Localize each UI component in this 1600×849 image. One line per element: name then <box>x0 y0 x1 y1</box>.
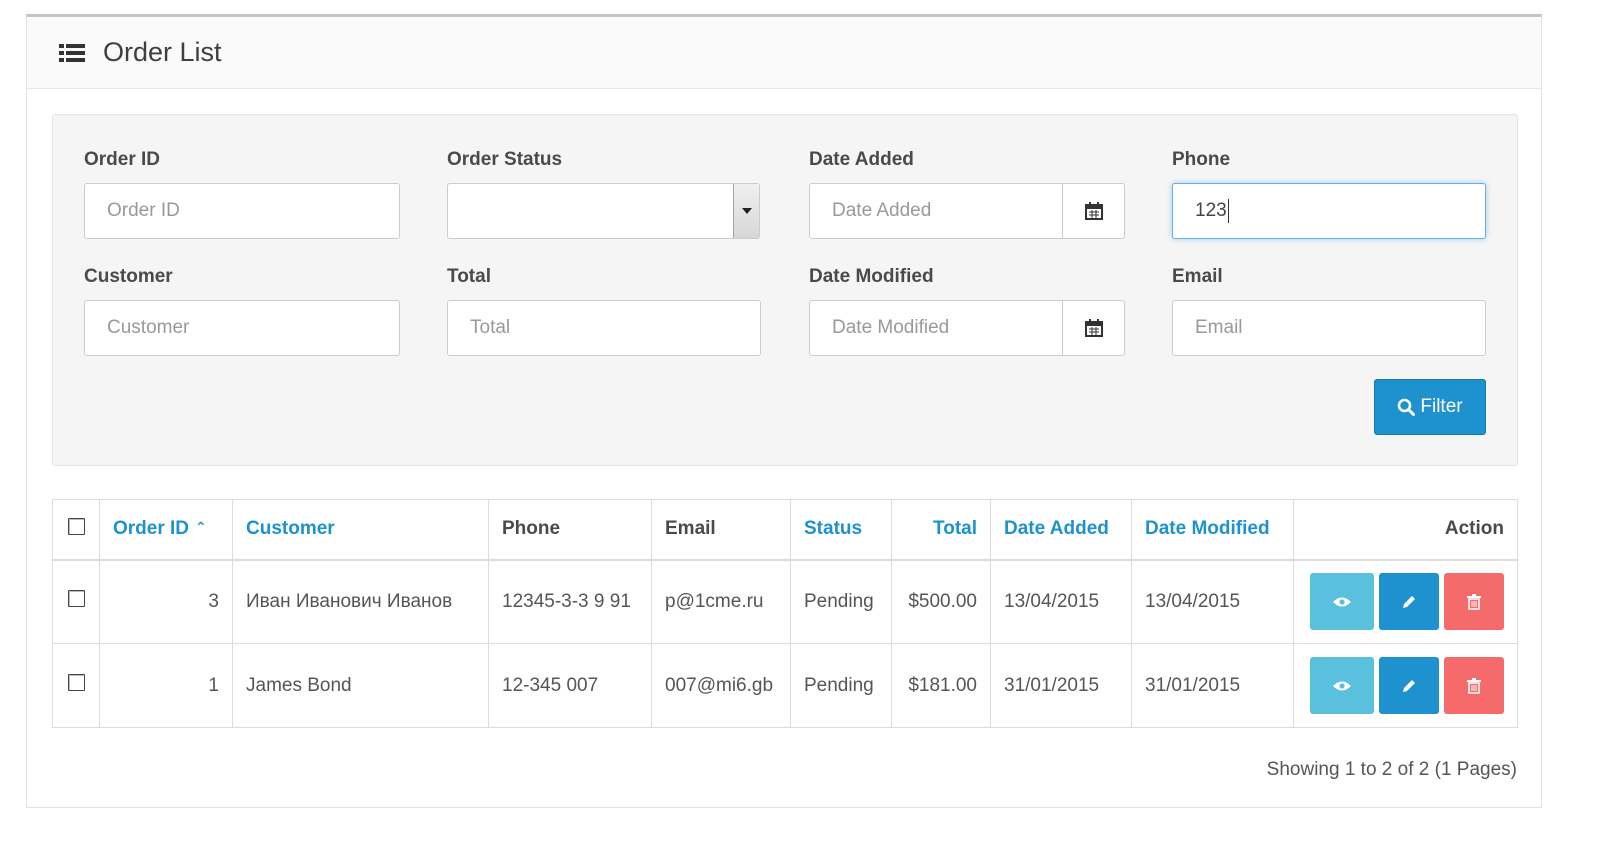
column-customer[interactable]: Customer <box>232 499 489 561</box>
phone-input[interactable]: 123 <box>1172 183 1486 239</box>
column-date-added[interactable]: Date Added <box>990 499 1132 561</box>
select-all-checkbox[interactable] <box>67 517 85 535</box>
cell-email: p@1cme.ru <box>651 559 791 644</box>
column-date-modified[interactable]: Date Modified <box>1131 499 1294 561</box>
email-input[interactable]: Email <box>1172 300 1486 356</box>
page-title: Order List <box>103 37 222 67</box>
row-checkbox[interactable] <box>67 590 85 608</box>
filter-customer-group: Customer Customer <box>84 266 400 356</box>
pagination-summary: Showing 1 to 2 of 2 (1 Pages) <box>1266 759 1517 780</box>
filter-button[interactable]: Filter <box>1374 379 1486 435</box>
email-label: Email <box>1172 266 1223 287</box>
date-modified-label: Date Modified <box>809 266 934 287</box>
filter-date-added-group: Date Added Date Added <box>809 149 1125 239</box>
orders-table: Order ID ⌃ Customer Phone Email Status To… <box>52 499 1518 728</box>
cell-customer: James Bond <box>232 643 489 728</box>
cell-total: $500.00 <box>891 559 991 644</box>
pencil-icon <box>1403 595 1415 608</box>
total-label: Total <box>447 266 491 287</box>
cell-status: Pending <box>790 559 892 644</box>
filter-total-group: Total Total <box>447 266 761 356</box>
order-list-panel: Order List Order ID Order ID Order Statu… <box>26 14 1542 808</box>
view-button[interactable] <box>1310 573 1374 631</box>
edit-button[interactable] <box>1379 573 1439 631</box>
cell-date-added: 31/01/2015 <box>990 643 1132 728</box>
row-select-cell <box>52 559 100 644</box>
calendar-icon <box>1084 319 1103 337</box>
date-modified-calendar-button[interactable] <box>1063 300 1125 356</box>
filter-order-id-group: Order ID Order ID <box>84 149 400 239</box>
trash-icon <box>1467 593 1481 610</box>
customer-placeholder: Customer <box>107 317 190 338</box>
filter-email-group: Email Email <box>1172 266 1486 356</box>
cell-actions <box>1293 559 1518 644</box>
view-button[interactable] <box>1310 657 1374 714</box>
text-cursor <box>1227 199 1229 223</box>
date-modified-input[interactable]: Date Modified <box>809 300 1063 356</box>
row-checkbox[interactable] <box>67 674 85 691</box>
calendar-icon <box>1084 202 1103 220</box>
phone-value: 123 <box>1195 200 1227 221</box>
cell-status: Pending <box>790 643 892 728</box>
order-id-label: Order ID <box>84 149 161 170</box>
cell-date-modified: 13/04/2015 <box>1131 559 1294 644</box>
email-placeholder: Email <box>1195 317 1243 338</box>
cell-order-id: 1 <box>99 643 233 728</box>
delete-button[interactable] <box>1444 573 1504 631</box>
order-id-placeholder: Order ID <box>107 200 180 221</box>
column-status[interactable]: Status <box>790 499 892 561</box>
panel-heading: Order List <box>27 17 1541 89</box>
select-all-cell <box>52 499 100 561</box>
sort-asc-icon: ⌃ <box>195 519 207 536</box>
delete-button[interactable] <box>1444 657 1504 714</box>
cell-phone: 12-345 007 <box>488 643 652 728</box>
filter-date-modified-group: Date Modified Date Modified <box>809 266 1125 356</box>
date-added-label: Date Added <box>809 149 914 170</box>
cell-actions <box>1293 643 1518 728</box>
column-phone: Phone <box>488 499 652 561</box>
total-input[interactable]: Total <box>447 300 761 356</box>
cell-email: 007@mi6.gb <box>651 643 791 728</box>
table-header-row: Order ID ⌃ Customer Phone Email Status To… <box>52 499 1518 561</box>
total-placeholder: Total <box>470 317 511 338</box>
edit-button[interactable] <box>1379 657 1439 714</box>
order-id-input[interactable]: Order ID <box>84 183 400 239</box>
cell-date-modified: 31/01/2015 <box>1131 643 1294 728</box>
filter-phone-group: Phone 123 <box>1172 149 1486 239</box>
column-email: Email <box>651 499 791 561</box>
customer-input[interactable]: Customer <box>84 300 400 356</box>
cell-date-added: 13/04/2015 <box>990 559 1132 644</box>
column-action: Action <box>1293 499 1518 561</box>
date-added-calendar-button[interactable] <box>1063 183 1125 239</box>
filter-order-status-group: Order Status <box>447 149 760 239</box>
column-total[interactable]: Total <box>891 499 991 561</box>
column-order-id-label: Order ID <box>113 518 190 540</box>
cell-total: $181.00 <box>891 643 991 728</box>
date-modified-placeholder: Date Modified <box>832 317 950 338</box>
order-status-select[interactable] <box>447 183 760 239</box>
cell-phone: 12345-3-3 9 91 <box>488 559 652 644</box>
table-row: 1 James Bond 12-345 007 007@mi6.gb Pendi… <box>52 643 1518 728</box>
eye-icon <box>1333 597 1351 607</box>
table-row: 3 Иван Иванович Иванов 12345-3-3 9 91 p@… <box>52 559 1518 644</box>
date-added-placeholder: Date Added <box>832 200 932 221</box>
column-order-id[interactable]: Order ID ⌃ <box>99 499 233 561</box>
eye-icon <box>1333 681 1351 690</box>
search-icon <box>1398 398 1416 416</box>
row-select-cell <box>52 643 100 728</box>
cell-customer: Иван Иванович Иванов <box>232 559 489 644</box>
trash-icon <box>1467 677 1481 694</box>
phone-label: Phone <box>1172 149 1231 170</box>
customer-label: Customer <box>84 266 173 287</box>
list-icon <box>59 43 85 63</box>
chevron-down-icon[interactable] <box>733 184 759 238</box>
filter-button-label: Filter <box>1420 396 1463 417</box>
filter-panel: Order ID Order ID Order Status Date Adde… <box>52 114 1518 466</box>
order-status-label: Order Status <box>447 149 563 170</box>
cell-order-id: 3 <box>99 559 233 644</box>
date-added-input[interactable]: Date Added <box>809 183 1063 239</box>
pencil-icon <box>1403 679 1415 692</box>
